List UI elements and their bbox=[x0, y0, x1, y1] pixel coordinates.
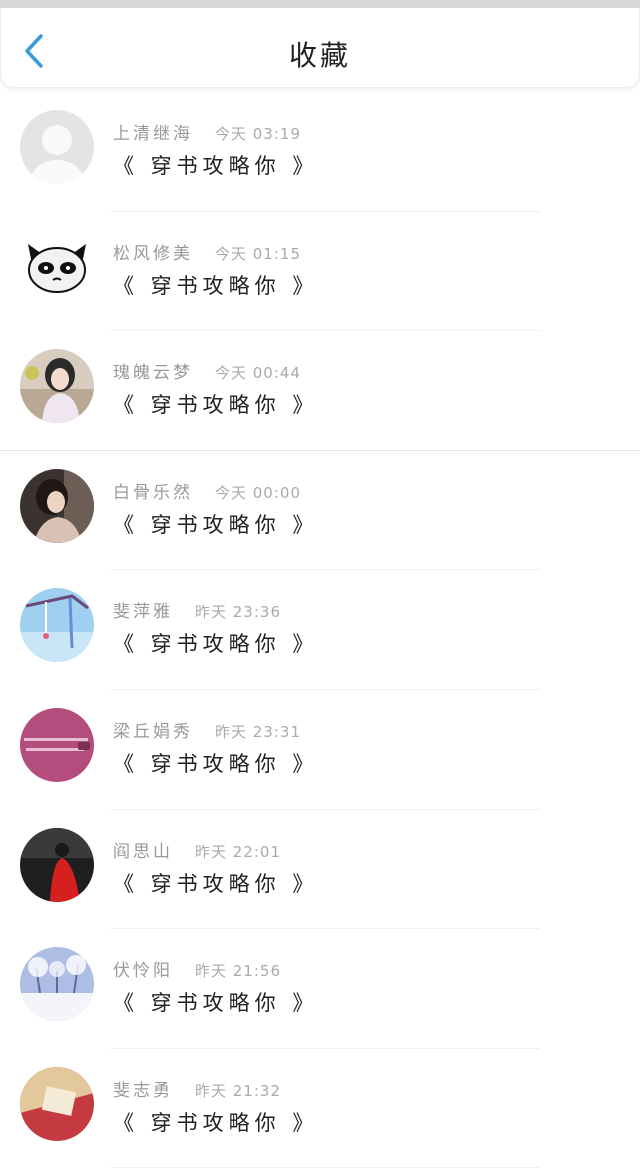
page-title: 收藏 bbox=[288, 39, 351, 72]
timestamp: 昨天 21:56 bbox=[195, 962, 281, 981]
snow-tree-avatar bbox=[20, 947, 94, 1022]
list-item[interactable]: 斐志勇 昨天 21:32 《 穿书攻略你 》 bbox=[0, 1049, 640, 1168]
list-item[interactable]: 松风修美 今天 01:15 《 穿书攻略你 》 bbox=[0, 212, 640, 332]
woman-photo-avatar bbox=[20, 468, 94, 543]
girl-portrait-avatar bbox=[20, 349, 94, 424]
user-name: 斐萍雅 bbox=[113, 602, 173, 623]
user-name: 上清继海 bbox=[113, 124, 193, 144]
list-item[interactable]: 梁丘娟秀 昨天 23:31 《 穿书攻略你 》 bbox=[0, 690, 640, 810]
timestamp: 今天 03:19 bbox=[215, 125, 301, 143]
timestamp: 昨天 23:31 bbox=[215, 722, 301, 741]
book-title: 《 穿书攻略你 》 bbox=[113, 632, 319, 657]
timestamp: 今天 00:00 bbox=[215, 483, 301, 502]
book-title: 《 穿书攻略你 》 bbox=[113, 991, 319, 1016]
list-item[interactable]: 白骨乐然 今天 00:00 《 穿书攻略你 》 bbox=[0, 451, 640, 571]
book-title: 《 穿书攻略你 》 bbox=[113, 154, 319, 178]
timestamp: 今天 01:15 bbox=[215, 244, 301, 263]
red-dress-avatar bbox=[20, 827, 94, 902]
panda-cat-avatar bbox=[20, 229, 94, 304]
list-item[interactable]: 阎思山 昨天 22:01 《 穿书攻略你 》 bbox=[0, 810, 640, 930]
timestamp: 今天 00:44 bbox=[215, 364, 301, 383]
pink-text-avatar bbox=[20, 707, 94, 782]
book-title: 《 穿书攻略你 》 bbox=[113, 1110, 319, 1135]
timestamp: 昨天 22:01 bbox=[195, 842, 281, 861]
red-envelope-avatar bbox=[20, 1066, 94, 1141]
user-name: 白骨乐然 bbox=[113, 482, 193, 503]
list-item[interactable]: 上清继海 今天 03:19 《 穿书攻略你 》 bbox=[0, 92, 640, 212]
book-title: 《 穿书攻略你 》 bbox=[113, 871, 319, 896]
sky-windchime-avatar bbox=[20, 588, 94, 663]
list-item[interactable]: 瑰魄云梦 今天 00:44 《 穿书攻略你 》 bbox=[0, 331, 640, 451]
list-item[interactable]: 斐萍雅 昨天 23:36 《 穿书攻略你 》 bbox=[0, 570, 640, 690]
book-title: 《 穿书攻略你 》 bbox=[113, 273, 319, 298]
default-avatar bbox=[20, 110, 94, 184]
timestamp: 昨天 21:32 bbox=[195, 1081, 281, 1100]
book-title: 《 穿书攻略你 》 bbox=[113, 393, 319, 418]
user-name: 阎思山 bbox=[113, 841, 173, 862]
user-name: 斐志勇 bbox=[113, 1080, 173, 1101]
list-item[interactable]: 伏怜阳 昨天 21:56 《 穿书攻略你 》 bbox=[0, 929, 640, 1049]
user-name: 松风修美 bbox=[113, 243, 193, 264]
user-name: 梁丘娟秀 bbox=[113, 721, 193, 742]
status-strip bbox=[0, 0, 640, 8]
user-name: 瑰魄云梦 bbox=[113, 363, 193, 384]
favorites-list: 上清继海 今天 03:19 《 穿书攻略你 》 松风修美 今天 01:15 《 穿书… bbox=[0, 92, 640, 1168]
user-name: 伏怜阳 bbox=[113, 961, 173, 982]
book-title: 《 穿书攻略你 》 bbox=[113, 751, 319, 776]
book-title: 《 穿书攻略你 》 bbox=[113, 512, 319, 537]
timestamp: 昨天 23:36 bbox=[195, 603, 281, 622]
nav-header: 收藏 bbox=[0, 8, 640, 88]
